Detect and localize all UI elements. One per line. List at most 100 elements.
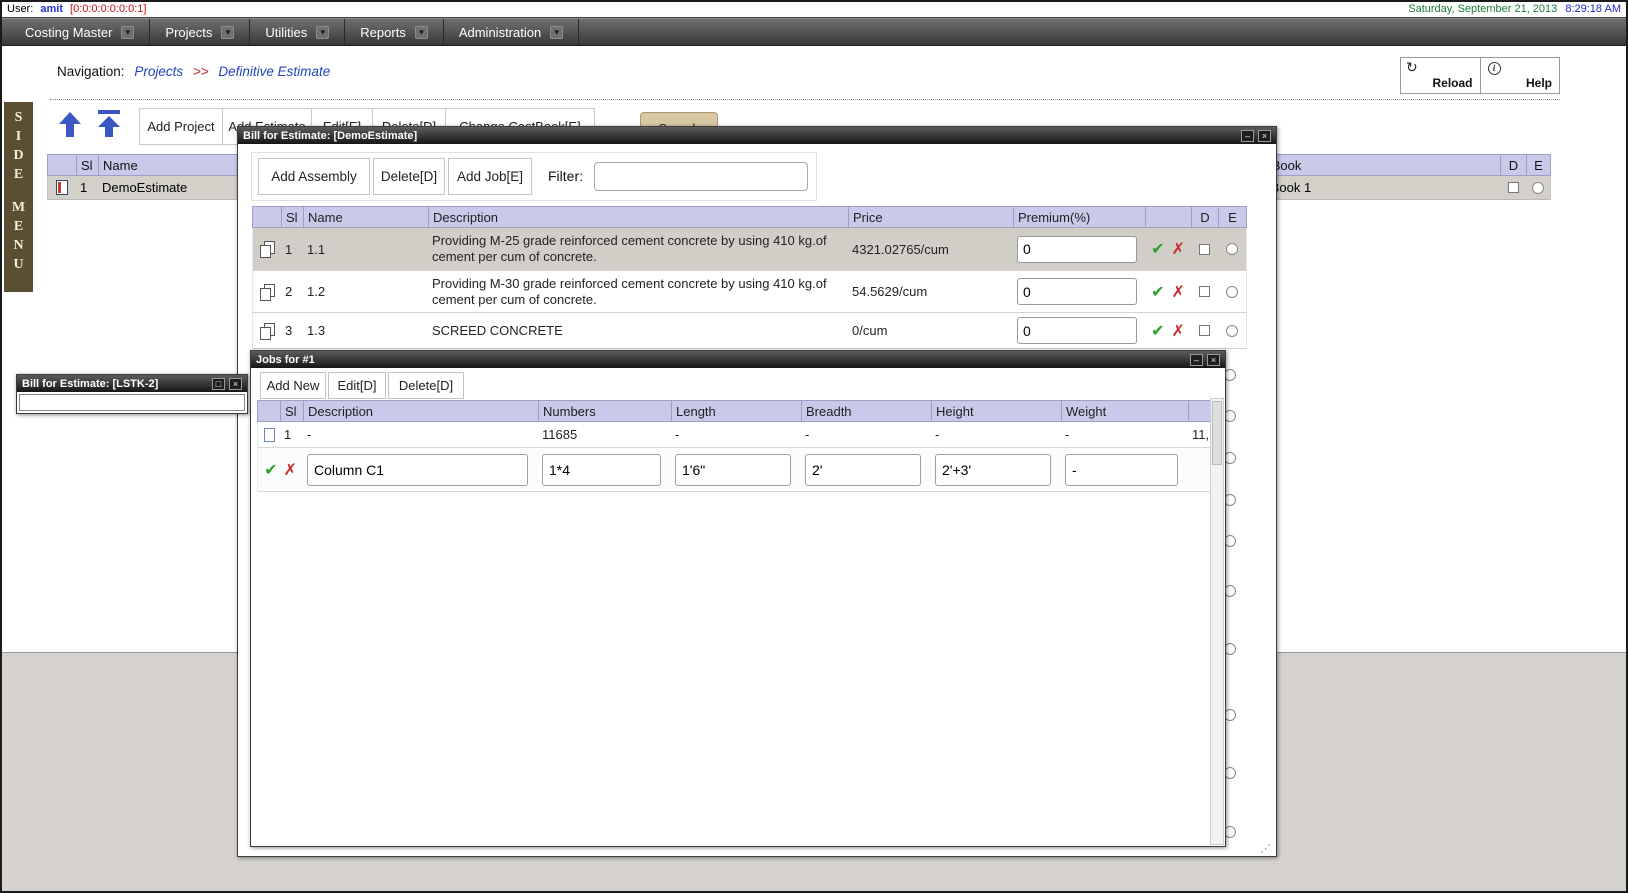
cancel-icon[interactable]: ✗ — [1172, 321, 1185, 341]
menu-item-costing-master[interactable]: Costing Master ▾ — [10, 19, 150, 45]
row-description: Providing M-25 grade reinforced cement c… — [428, 231, 848, 267]
table-row[interactable]: 1 1.1 Providing M-25 grade reinforced ce… — [252, 228, 1247, 271]
row-premium-cell — [1013, 315, 1145, 346]
copy-icon[interactable] — [260, 284, 275, 300]
premium-input[interactable] — [1017, 236, 1137, 263]
radio-button[interactable] — [1532, 182, 1544, 194]
close-button[interactable]: × — [1207, 354, 1220, 366]
menu-item-projects[interactable]: Projects ▾ — [150, 19, 250, 45]
jobs-table-header: Sl Description Numbers Length Breadth He… — [257, 400, 1211, 422]
table-row[interactable]: 1 - 11685 - - - - 11, — [257, 422, 1211, 448]
close-button[interactable]: × — [229, 378, 242, 390]
menu-item-administration[interactable]: Administration ▾ — [444, 19, 579, 45]
row-description: Providing M-30 grade reinforced cement c… — [428, 274, 848, 310]
row-height: - — [931, 425, 1061, 444]
side-menu-letter: S — [4, 108, 33, 127]
breadth-input[interactable] — [805, 454, 921, 486]
help-button[interactable]: i Help — [1480, 58, 1560, 93]
premium-input[interactable] — [1017, 317, 1137, 344]
copy-icon[interactable] — [260, 241, 275, 257]
row-icon-cell — [253, 239, 281, 259]
row-sl: 1 — [281, 240, 303, 259]
header-price: Price — [848, 207, 1013, 227]
username[interactable]: amit — [40, 3, 63, 15]
checkbox[interactable] — [1199, 244, 1210, 255]
description-input[interactable] — [307, 454, 528, 486]
lstk-dialog-titlebar[interactable]: Bill for Estimate: [LSTK-2] □ × — [17, 375, 247, 392]
side-menu[interactable]: S I D E M E N U — [4, 102, 33, 292]
header-sl: Sl — [76, 155, 98, 175]
cancel-icon[interactable]: ✗ — [1172, 239, 1185, 259]
minimize-button[interactable]: – — [1190, 354, 1203, 366]
reload-button[interactable]: ↻ Reload — [1401, 58, 1480, 93]
close-button[interactable]: × — [1258, 130, 1271, 142]
edit-weight-cell — [1061, 452, 1188, 488]
header-numbers: Numbers — [538, 401, 671, 421]
radio-button[interactable] — [1226, 243, 1238, 255]
menu-label: Utilities — [265, 25, 307, 40]
row-costbook: CostBook 1 — [1240, 180, 1500, 195]
maximize-button[interactable]: □ — [212, 378, 225, 390]
filter-input[interactable] — [594, 162, 808, 191]
menu-item-reports[interactable]: Reports ▾ — [345, 19, 444, 45]
move-up-icon[interactable] — [57, 110, 83, 145]
confirm-icon[interactable]: ✔ — [1151, 239, 1164, 259]
jobs-edit-button[interactable]: Edit[D] — [328, 372, 386, 399]
time-text: 8:29:18 AM — [1565, 3, 1621, 15]
length-input[interactable] — [675, 454, 791, 486]
menu-item-utilities[interactable]: Utilities ▾ — [250, 19, 345, 45]
checkbox[interactable] — [1199, 325, 1210, 336]
height-input[interactable] — [935, 454, 1051, 486]
add-assembly-button[interactable]: Add Assembly — [258, 158, 370, 195]
row-breadth: - — [801, 425, 931, 444]
premium-input[interactable] — [1017, 278, 1137, 305]
cancel-icon[interactable]: ✗ — [1172, 282, 1185, 302]
radio-button[interactable] — [1226, 325, 1238, 337]
jobs-dialog-titlebar[interactable]: Jobs for #1 – × — [251, 351, 1225, 368]
weight-input[interactable] — [1065, 454, 1178, 486]
confirm-icon[interactable]: ✔ — [1151, 321, 1164, 341]
table-row[interactable]: 2 1.2 Providing M-30 grade reinforced ce… — [252, 271, 1247, 313]
radio-button[interactable] — [1226, 286, 1238, 298]
add-new-button[interactable]: Add New — [260, 372, 326, 399]
header-icon-col — [258, 401, 280, 421]
lstk-dialog: Bill for Estimate: [LSTK-2] □ × — [16, 374, 248, 414]
numbers-input[interactable] — [542, 454, 661, 486]
caret-down-icon: ▾ — [550, 26, 563, 39]
breadcrumb-projects[interactable]: Projects — [134, 64, 183, 79]
add-project-button[interactable]: Add Project — [139, 108, 223, 145]
jobs-dialog-title: Jobs for #1 — [256, 352, 1186, 368]
copy-icon[interactable] — [260, 323, 275, 339]
reload-icon: ↻ — [1406, 59, 1418, 76]
checkbox[interactable] — [1199, 286, 1210, 297]
add-job-button[interactable]: Add Job[E] — [448, 158, 532, 195]
bill-dialog-title: Bill for Estimate: [DemoEstimate] — [243, 128, 1237, 144]
row-icon-cell — [48, 180, 76, 195]
lstk-content-box[interactable] — [19, 394, 245, 411]
table-row[interactable]: 3 1.3 SCREED CONCRETE 0/cum ✔ ✗ — [252, 313, 1247, 349]
checkbox[interactable] — [1508, 182, 1519, 193]
scrollbar[interactable] — [1210, 398, 1224, 845]
bill-delete-button[interactable]: Delete[D] — [373, 158, 445, 195]
row-actions: ✔ ✗ — [1145, 237, 1191, 261]
lstk-dialog-body — [17, 392, 247, 413]
row-d-cell — [1191, 242, 1218, 257]
bill-dialog-titlebar[interactable]: Bill for Estimate: [DemoEstimate] – × — [238, 127, 1276, 144]
scrollbar-thumb[interactable] — [1212, 401, 1222, 465]
side-menu-letter: M — [4, 198, 33, 217]
confirm-icon[interactable]: ✔ — [264, 460, 277, 480]
resize-grip[interactable]: ⋰ — [1260, 842, 1271, 855]
move-to-top-icon[interactable] — [96, 108, 122, 145]
jobs-dialog: Jobs for #1 – × Add New Edit[D] Delete[D… — [250, 350, 1226, 847]
confirm-icon[interactable]: ✔ — [1151, 282, 1164, 302]
cancel-icon[interactable]: ✗ — [284, 460, 297, 480]
row-price: 0/cum — [848, 321, 1013, 340]
header-name: Name — [303, 207, 428, 227]
datetime: Saturday, September 21, 2013 8:29:18 AM — [1408, 2, 1621, 17]
side-menu-letter: I — [4, 127, 33, 146]
row-price: 4321.02765/cum — [848, 240, 1013, 259]
minimize-button[interactable]: – — [1241, 130, 1254, 142]
row-name: 1.2 — [303, 282, 428, 301]
edit-length-cell — [671, 452, 801, 488]
jobs-delete-button[interactable]: Delete[D] — [388, 372, 464, 399]
